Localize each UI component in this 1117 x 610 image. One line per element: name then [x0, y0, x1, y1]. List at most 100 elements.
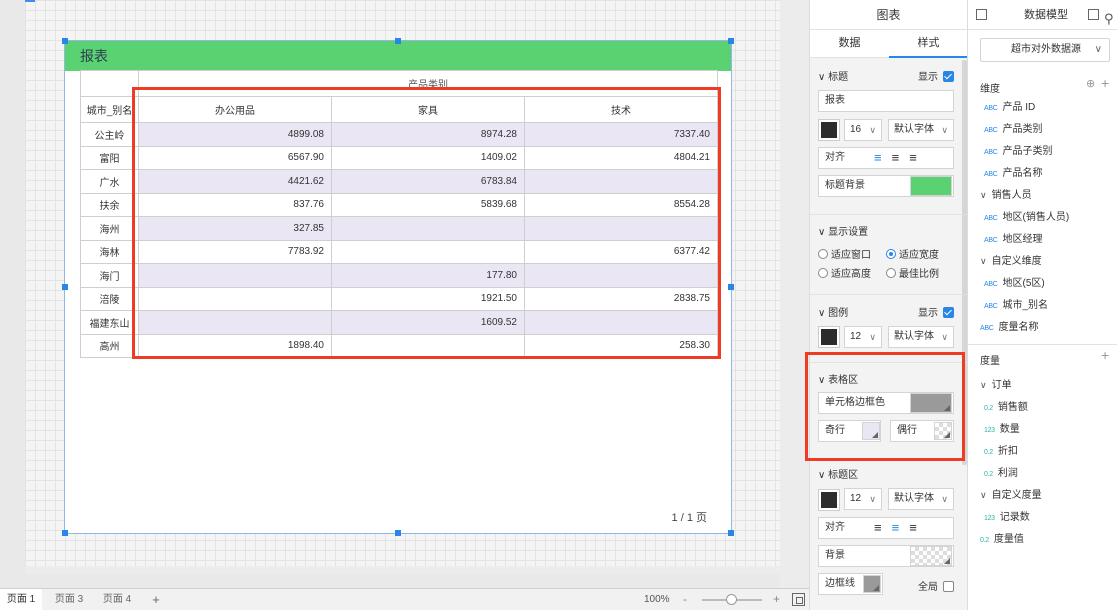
value-cell: 2838.75	[524, 286, 718, 311]
corner-triangle-icon	[944, 432, 950, 438]
zoom-slider-knob[interactable]	[726, 594, 737, 605]
resize-handle-nw[interactable]	[62, 38, 68, 44]
page-tab[interactable]: 页面 3	[48, 589, 90, 610]
radio-best-ratio[interactable]: 最佳比例	[886, 265, 939, 280]
resize-handle-e[interactable]	[728, 284, 734, 290]
chevron-down-icon: ∨	[869, 125, 876, 135]
tab-style[interactable]: 样式	[889, 30, 968, 58]
resize-handle-w[interactable]	[62, 284, 68, 290]
global-toggle[interactable]: 全局	[918, 578, 954, 593]
vertical-scrollbar[interactable]	[780, 0, 809, 588]
add-dimension-icon[interactable]: +	[1101, 75, 1109, 91]
align-right-icon[interactable]: ≡	[909, 520, 917, 535]
radio-fit-window[interactable]: 适应窗口	[818, 246, 871, 261]
title-show-toggle[interactable]: 显示	[918, 68, 954, 83]
section-header[interactable]: ∨ 表格区	[818, 371, 858, 386]
field-item[interactable]: ∨ 自定义度量	[980, 486, 1042, 501]
table-body: 公主岭 4899.08 8974.28 7337.40 富阳 6567.90 1409.02…	[80, 122, 718, 358]
datasource-select[interactable]: 超市对外数据源 ∨	[980, 38, 1110, 62]
resize-handle-n[interactable]	[395, 38, 401, 44]
cell-border-color-swatch[interactable]	[910, 393, 952, 413]
legend-font-size-select[interactable]: 12 ∨	[844, 326, 882, 348]
legend-font-color-swatch[interactable]	[818, 326, 840, 348]
align-right-icon[interactable]: ≡	[909, 150, 917, 165]
field-item[interactable]: ABC 产品子类别	[984, 142, 1053, 157]
field-item[interactable]: 123 数量	[984, 420, 1020, 435]
font-family-select[interactable]: 默认字体 ∨	[888, 119, 954, 141]
align-center-icon[interactable]: ≡	[892, 520, 900, 535]
field-item[interactable]: ABC 度量名称	[980, 318, 1039, 333]
field-item[interactable]: ABC 地区(销售人员)	[984, 208, 1069, 223]
resize-handle-ne[interactable]	[728, 38, 734, 44]
page-tab[interactable]: 页面 4	[96, 589, 138, 610]
field-item[interactable]: ABC 地区经理	[984, 230, 1043, 245]
resize-handle-se[interactable]	[728, 530, 734, 536]
section-header[interactable]: ∨ 显示设置	[818, 223, 868, 238]
field-item[interactable]: 123 记录数	[984, 508, 1030, 523]
field-item[interactable]: 0.2 折扣	[984, 442, 1018, 457]
table-row: 公主岭 4899.08 8974.28 7337.40	[80, 122, 718, 147]
title-area-font-family-select[interactable]: 默认字体 ∨	[888, 488, 954, 510]
field-item[interactable]: ABC 产品名称	[984, 164, 1043, 179]
field-item[interactable]: ABC 产品类别	[984, 120, 1043, 135]
collapse-panel-icon[interactable]	[976, 9, 987, 20]
zoom-out-button[interactable]: -	[683, 589, 687, 610]
tab-data[interactable]: 数据	[810, 30, 889, 58]
globe-icon[interactable]: ⊕	[1086, 77, 1095, 90]
even-row-color-swatch[interactable]	[934, 422, 952, 440]
title-area-font-color-swatch[interactable]	[818, 489, 840, 511]
align-left-icon[interactable]: ≡	[874, 520, 882, 535]
title-area-section: ∨ 标题区 12 ∨ 默认字体 ∨ 对齐 ≡ ≡ ≡ 背景 边框线 全局	[810, 458, 968, 610]
table-row: 涪陵 1921.50 2838.75	[80, 286, 718, 311]
value-cell: 837.76	[138, 192, 332, 217]
font-size-select[interactable]: 16 ∨	[844, 119, 882, 141]
zoom-in-button[interactable]: +	[773, 589, 780, 610]
legend-show-toggle[interactable]: 显示	[918, 304, 954, 319]
title-bg-swatch[interactable]	[910, 176, 952, 196]
section-header[interactable]: ∨ 标题区	[818, 466, 858, 481]
field-item[interactable]: ∨ 订单	[980, 376, 1012, 391]
value-cell: 4804.21	[524, 145, 718, 170]
fit-screen-icon[interactable]	[792, 593, 805, 606]
align-center-icon[interactable]: ≡	[892, 150, 900, 165]
page-tab[interactable]: 页面 1	[0, 589, 42, 610]
field-item[interactable]: ∨ 自定义维度	[980, 252, 1042, 267]
field-item[interactable]: 0.2 度量值	[980, 530, 1024, 545]
horizontal-scrollbar[interactable]	[25, 566, 780, 574]
chevron-down-icon: ∨	[818, 375, 829, 386]
font-color-swatch[interactable]	[818, 119, 840, 141]
group-header: 产品类别	[138, 70, 718, 97]
title-text-input[interactable]: 报表	[818, 90, 954, 112]
odd-row-color-swatch[interactable]	[862, 422, 880, 440]
title-area-bg-swatch[interactable]	[910, 546, 952, 566]
radio-fit-height[interactable]: 适应高度	[818, 265, 871, 280]
checkbox-icon[interactable]	[943, 581, 954, 592]
field-item[interactable]: 0.2 利润	[984, 464, 1018, 479]
radio-fit-width[interactable]: 适应宽度	[886, 246, 939, 261]
section-header[interactable]: ∨ 标题	[818, 68, 848, 83]
section-header[interactable]: ∨ 图例	[818, 304, 848, 319]
row-label-cell: 涪陵	[80, 286, 139, 311]
legend-font-family-select[interactable]: 默认字体 ∨	[888, 326, 954, 348]
field-item[interactable]: ABC 城市_别名	[984, 296, 1048, 311]
table-view-icon[interactable]	[1088, 9, 1099, 20]
field-item[interactable]: ABC 产品 ID	[984, 98, 1035, 113]
resize-handle-s[interactable]	[395, 530, 401, 536]
align-buttons: ≡ ≡ ≡	[864, 148, 917, 168]
field-item[interactable]: ABC 地区(5区)	[984, 274, 1045, 289]
checkbox-checked-icon[interactable]	[943, 307, 954, 318]
zoom-level: 100%	[644, 594, 670, 605]
table-row: 福建东山 1609.52	[80, 310, 718, 335]
add-measure-icon[interactable]: +	[1101, 347, 1109, 363]
checkbox-checked-icon[interactable]	[943, 71, 954, 82]
search-icon[interactable]: ⚲	[1104, 4, 1114, 34]
radio-icon	[818, 249, 828, 259]
title-area-font-size-select[interactable]: 12 ∨	[844, 488, 882, 510]
align-left-icon[interactable]: ≡	[874, 150, 882, 165]
border-line-color-swatch[interactable]	[863, 575, 881, 593]
resize-handle-sw[interactable]	[62, 530, 68, 536]
field-item[interactable]: 0.2 销售额	[984, 398, 1028, 413]
field-item[interactable]: ∨ 销售人员	[980, 186, 1032, 201]
row-label-cell: 扶余	[80, 192, 139, 217]
add-page-button[interactable]: +	[146, 589, 166, 610]
